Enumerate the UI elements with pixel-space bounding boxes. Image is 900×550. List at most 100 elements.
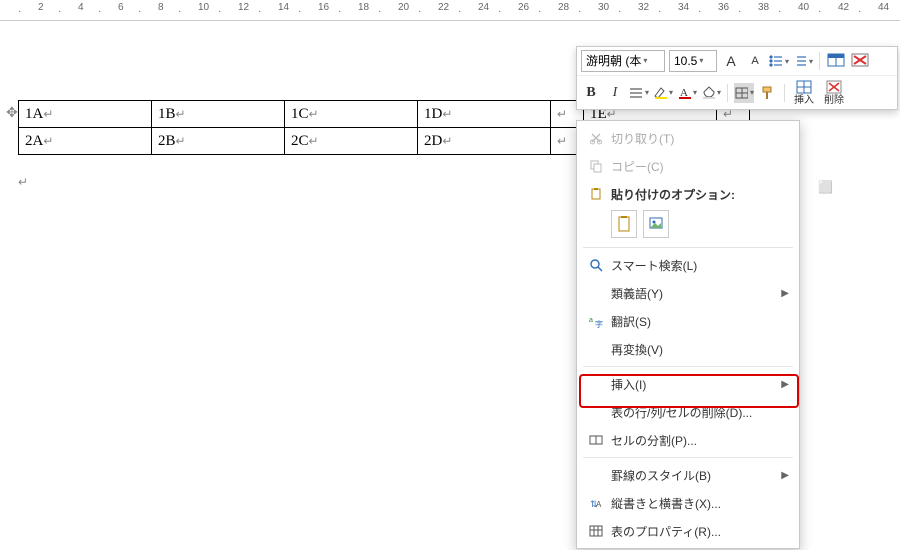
ruler-minor-tick: · <box>658 6 661 17</box>
cell-mark: ↵ <box>176 107 186 121</box>
ruler-minor-tick: · <box>458 6 461 17</box>
ctx-split-cells-label: セルの分割(P)... <box>611 432 789 449</box>
ruler-minor-tick: · <box>498 6 501 17</box>
bold-button[interactable]: B <box>581 83 601 103</box>
chevron-down-icon: ▾ <box>717 88 721 97</box>
table-cell[interactable]: 1C↵ <box>285 101 418 128</box>
table-cell[interactable]: 2A↵ <box>19 128 152 155</box>
ctx-translate[interactable]: a字 翻訳(S) <box>577 307 799 335</box>
delete-label: 削除 <box>824 95 844 106</box>
table-cell[interactable]: 1D↵ <box>418 101 551 128</box>
table-styles-icon[interactable] <box>826 51 846 71</box>
ruler-tick: 30 <box>598 2 609 13</box>
italic-button[interactable]: I <box>605 83 625 103</box>
horizontal-ruler: 2·4·6·8·10·12·14·16·18·20·22·24·26·28·30… <box>0 0 900 21</box>
grow-font-button[interactable]: A <box>721 51 741 71</box>
table-cell[interactable]: 2C↵ <box>285 128 418 155</box>
ruler-tick: 18 <box>358 2 369 13</box>
cell-mark: ↵ <box>43 134 53 148</box>
separator <box>727 84 728 102</box>
ctx-text-direction[interactable]: ⇅A 縦書きと横書き(X)... <box>577 489 799 517</box>
context-menu: 切り取り(T) コピー(C) 貼り付けのオプション: スマート検索(L) 類義語… <box>576 120 800 549</box>
ctx-cut[interactable]: 切り取り(T) <box>577 124 799 152</box>
chevron-right-icon: ▶ <box>781 288 789 299</box>
table-eraser-icon[interactable] <box>850 51 870 71</box>
ruler-minor-tick: · <box>178 6 181 17</box>
ctx-cut-label: 切り取り(T) <box>611 130 789 147</box>
chevron-down-icon: ▾ <box>669 88 673 97</box>
cell-text: 1B <box>158 106 176 122</box>
ctx-insert-label: 挿入(I) <box>611 376 781 393</box>
ruler-minor-tick: · <box>618 6 621 17</box>
copy-icon <box>585 159 607 173</box>
insert-cells-button[interactable]: 挿入 <box>791 79 817 106</box>
cell-text: 1D <box>424 106 442 122</box>
ruler-tick: 22 <box>438 2 449 13</box>
chevron-down-icon: ▾ <box>750 88 754 97</box>
ruler-minor-tick: · <box>58 6 61 17</box>
format-painter-button[interactable] <box>758 83 778 103</box>
cell-mark: ↵ <box>309 107 319 121</box>
ctx-reconvert-label: 再変換(V) <box>611 341 789 358</box>
ctx-synonyms[interactable]: 類義語(Y) ▶ <box>577 279 799 307</box>
cell-mark: ↵ <box>43 107 53 121</box>
ruler-tick: 42 <box>838 2 849 13</box>
mini-toolbar: 游明朝 (本 ▾ 10.5 ▾ A A ▾ ▾ B I ▾ <box>576 46 898 110</box>
ruler-minor-tick: · <box>218 6 221 17</box>
ctx-delete-cells[interactable]: 表の行/列/セルの削除(D)... <box>577 398 799 426</box>
table-cell[interactable]: 1A↵ <box>19 101 152 128</box>
paste-keep-source-button[interactable] <box>611 210 637 238</box>
font-size-combo[interactable]: 10.5 ▾ <box>669 50 717 72</box>
ctx-split-cells[interactable]: セルの分割(P)... <box>577 426 799 454</box>
ctx-insert[interactable]: 挿入(I) ▶ <box>577 370 799 398</box>
ruler-minor-tick: · <box>578 6 581 17</box>
ruler-minor-tick: · <box>778 6 781 17</box>
font-color-button[interactable]: A ▾ <box>677 83 697 103</box>
ruler-tick: 4 <box>78 2 84 13</box>
table-anchor-icon[interactable]: ✥ <box>6 104 18 121</box>
ctx-text-direction-label: 縦書きと横書き(X)... <box>611 495 789 512</box>
font-name-combo[interactable]: 游明朝 (本 ▾ <box>581 50 665 72</box>
ruler-tick: 28 <box>558 2 569 13</box>
ruler-tick: 40 <box>798 2 809 13</box>
ruler-minor-tick: · <box>858 6 861 17</box>
shading-button[interactable]: ▾ <box>701 83 721 103</box>
svg-text:A: A <box>596 500 602 509</box>
ruler-minor-tick: · <box>378 6 381 17</box>
table-properties-icon <box>585 524 607 538</box>
translate-icon: a字 <box>585 314 607 328</box>
highlight-button[interactable]: ▾ <box>653 83 673 103</box>
ruler-minor-tick: · <box>738 6 741 17</box>
ruler-minor-tick: · <box>338 6 341 17</box>
table-cell[interactable]: 2B↵ <box>152 128 285 155</box>
shrink-font-button[interactable]: A <box>745 51 765 71</box>
ruler-minor-tick: · <box>698 6 701 17</box>
chevron-right-icon: ▶ <box>781 470 789 481</box>
ruler-minor-tick: · <box>138 6 141 17</box>
ctx-smart-lookup[interactable]: スマート検索(L) <box>577 251 799 279</box>
cell-mark: ↵ <box>557 134 567 148</box>
chevron-down-icon: ▾ <box>809 57 813 66</box>
text-direction-icon: ⇅A <box>585 496 607 510</box>
cell-text: 2D <box>424 133 442 149</box>
separator <box>583 366 793 367</box>
paste-icon <box>585 187 607 201</box>
table-cell[interactable]: 1B↵ <box>152 101 285 128</box>
search-icon <box>585 258 607 272</box>
bullets-icon[interactable]: ▾ <box>769 51 789 71</box>
ctx-reconvert[interactable]: 再変換(V) <box>577 335 799 363</box>
align-button[interactable]: ▾ <box>629 83 649 103</box>
ctx-border-style[interactable]: 罫線のスタイル(B) ▶ <box>577 461 799 489</box>
separator <box>583 457 793 458</box>
ctx-copy[interactable]: コピー(C) <box>577 152 799 180</box>
paste-picture-button[interactable] <box>643 210 669 238</box>
ctx-paste-options-header: 貼り付けのオプション: <box>577 180 799 208</box>
borders-button[interactable]: ▾ <box>734 83 754 103</box>
svg-text:a: a <box>589 317 593 324</box>
ruler-tick: 32 <box>638 2 649 13</box>
table-cell[interactable]: 2D↵ <box>418 128 551 155</box>
numbering-icon[interactable]: ▾ <box>793 51 813 71</box>
ctx-table-properties[interactable]: 表のプロパティ(R)... <box>577 517 799 545</box>
chevron-down-icon: ▾ <box>785 57 789 66</box>
delete-cells-button[interactable]: 削除 <box>821 79 847 106</box>
